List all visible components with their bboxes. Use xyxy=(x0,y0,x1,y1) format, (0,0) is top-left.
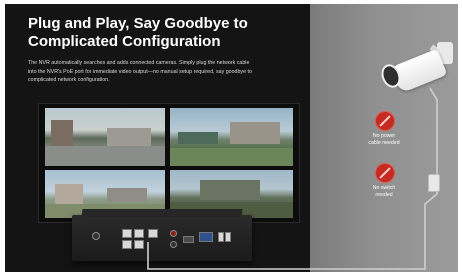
cable-connector xyxy=(428,174,440,192)
no-power-prohibit-icon xyxy=(375,111,395,131)
no-switch-note-line-2: needed xyxy=(375,192,393,198)
no-switch-note: No switch needed xyxy=(354,185,414,199)
no-switch-note-line-1: No switch xyxy=(372,185,396,191)
no-power-note-line-1: No power xyxy=(372,133,396,139)
no-switch-prohibit-icon xyxy=(375,163,395,183)
product-banner: Plug and Play, Say Goodbye to Complicate… xyxy=(5,4,458,272)
no-power-note: No power cable needed xyxy=(354,133,414,147)
no-power-note-line-2: cable needed xyxy=(368,140,400,146)
